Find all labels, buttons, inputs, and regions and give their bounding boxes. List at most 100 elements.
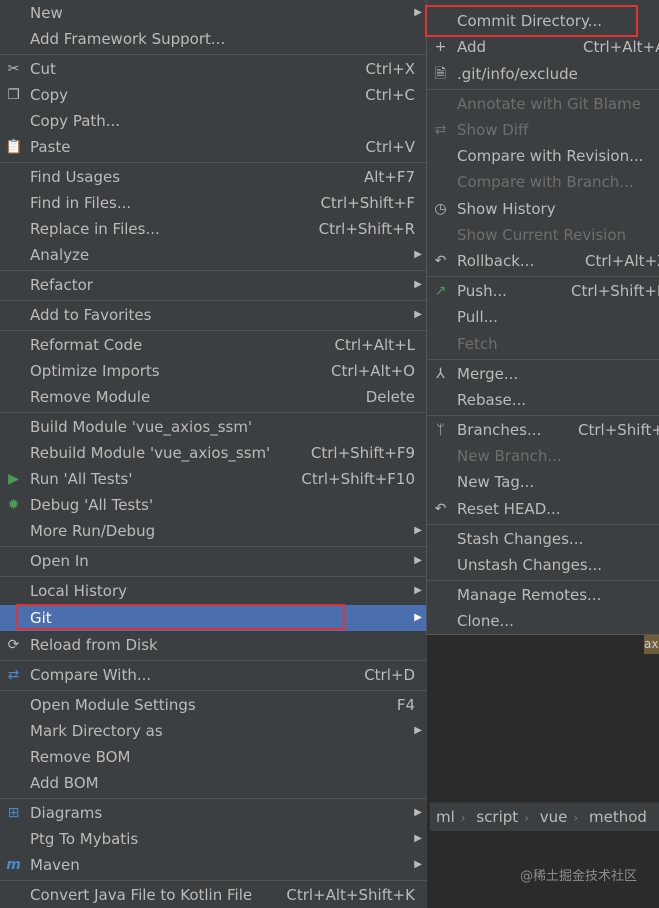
menu-item-remove-module[interactable]: Remove Module Delete [0, 384, 427, 410]
git-item-new-branch[interactable]: New Branch... [427, 443, 659, 469]
menu-item-ptg-to-mybatis[interactable]: Ptg To Mybatis ▶ [0, 826, 427, 852]
menu-item-optimize-imports[interactable]: Optimize Imports Ctrl+Alt+O [0, 358, 427, 384]
menu-item-local-history[interactable]: Local History ▶ [0, 578, 427, 604]
menu-item-label: New [30, 4, 63, 22]
git-item-rollback[interactable]: ↶ Rollback... Ctrl+Alt+Z [427, 248, 659, 274]
menu-separator [0, 880, 427, 881]
submenu-arrow-icon: ▶ [414, 585, 422, 596]
git-item-compare-revision[interactable]: Compare with Revision... [427, 143, 659, 169]
menu-separator [0, 412, 427, 413]
menu-item-analyze[interactable]: Analyze ▶ [0, 242, 427, 268]
git-item-show-history[interactable]: ◷ Show History [427, 196, 659, 222]
menu-item-add-framework-support[interactable]: Add Framework Support... [0, 26, 427, 52]
editor-tag: ax [644, 634, 659, 654]
menu-item-open-in[interactable]: Open In ▶ [0, 548, 427, 574]
git-item-merge[interactable]: ⅄ Merge... [427, 361, 659, 387]
git-item-reset-head[interactable]: ↶ Reset HEAD... [427, 496, 659, 522]
menu-item-label: .git/info/exclude [457, 65, 578, 83]
git-submenu: Commit Directory... + Add Ctrl+Alt+A 🗎 .… [426, 0, 659, 635]
menu-separator [0, 162, 427, 163]
git-item-push[interactable]: ↗ Push... Ctrl+Shift+K [427, 278, 659, 304]
menu-item-mark-directory-as[interactable]: Mark Directory as ▶ [0, 718, 427, 744]
menu-item-run-all-tests[interactable]: ▶ Run 'All Tests' Ctrl+Shift+F10 [0, 466, 427, 492]
menu-item-remove-bom[interactable]: Remove BOM [0, 744, 427, 770]
menu-item-copy-path[interactable]: Copy Path... [0, 108, 427, 134]
menu-separator [0, 660, 427, 661]
menu-item-paste[interactable]: 📋 Paste Ctrl+V [0, 134, 427, 160]
menu-item-label: Merge... [457, 365, 519, 383]
menu-item-label: Rebuild Module 'vue_axios_ssm' [30, 444, 271, 462]
git-item-show-current-revision[interactable]: Show Current Revision [427, 222, 659, 248]
menu-item-compare-with[interactable]: ⇄ Compare With... Ctrl+D [0, 662, 427, 688]
menu-item-add-bom[interactable]: Add BOM [0, 770, 427, 796]
menu-item-refactor[interactable]: Refactor ▶ [0, 272, 427, 298]
menu-separator [0, 546, 427, 547]
context-menu: New ▶ Add Framework Support... ✂ Cut Ctr… [0, 0, 428, 908]
menu-item-label: Copy [30, 86, 69, 104]
breadcrumb-separator-icon: › [524, 811, 529, 825]
menu-item-maven[interactable]: m Maven ▶ [0, 852, 427, 878]
git-item-fetch[interactable]: Fetch [427, 331, 659, 357]
menu-item-label: Diagrams [30, 804, 103, 822]
menu-item-label: Pull... [457, 308, 498, 326]
menu-item-find-in-files[interactable]: Find in Files... Ctrl+Shift+F [0, 190, 427, 216]
menu-separator [0, 690, 427, 691]
menu-item-rebuild-module[interactable]: Rebuild Module 'vue_axios_ssm' Ctrl+Shif… [0, 440, 427, 466]
menu-item-convert-java-to-kotlin[interactable]: Convert Java File to Kotlin File Ctrl+Al… [0, 882, 427, 908]
submenu-arrow-icon: ▶ [414, 249, 422, 260]
menu-item-shortcut: Alt+F7 [363, 168, 415, 186]
git-item-rebase[interactable]: Rebase... [427, 387, 659, 413]
breadcrumb-separator-icon: › [573, 811, 579, 825]
menu-separator [0, 576, 427, 577]
menu-separator [427, 276, 659, 277]
menu-item-label: Rebase... [457, 391, 527, 409]
menu-item-cut[interactable]: ✂ Cut Ctrl+X [0, 56, 427, 82]
diagram-icon: ⊞ [7, 805, 20, 821]
menu-separator [0, 54, 427, 55]
menu-item-label: Find in Files... [30, 194, 132, 212]
menu-item-label: Remove Module [30, 388, 151, 406]
breadcrumb-item[interactable]: script [476, 803, 518, 831]
menu-item-reload-from-disk[interactable]: ⟳ Reload from Disk [0, 632, 427, 658]
submenu-arrow-icon: ▶ [414, 309, 422, 320]
git-item-stash[interactable]: Stash Changes... [427, 526, 659, 552]
menu-item-new[interactable]: New ▶ [0, 0, 427, 26]
git-item-branches[interactable]: ᛘ Branches... Ctrl+Shift+` [427, 417, 659, 443]
menu-item-copy[interactable]: ❐ Copy Ctrl+C [0, 82, 427, 108]
menu-item-label: Paste [30, 138, 71, 156]
breadcrumb-item[interactable]: vue [540, 803, 568, 831]
copy-icon: ❐ [7, 87, 20, 103]
menu-item-shortcut: Ctrl+Shift+K [571, 282, 659, 300]
git-item-annotate[interactable]: Annotate with Git Blame [427, 91, 659, 117]
git-item-add[interactable]: + Add Ctrl+Alt+A [427, 34, 659, 60]
menu-item-label: Copy Path... [30, 112, 121, 130]
menu-item-label: Reformat Code [30, 336, 143, 354]
menu-item-add-to-favorites[interactable]: Add to Favorites ▶ [0, 302, 427, 328]
git-item-manage-remotes[interactable]: Manage Remotes... [427, 582, 659, 608]
menu-item-replace-in-files[interactable]: Replace in Files... Ctrl+Shift+R [0, 216, 427, 242]
git-item-exclude[interactable]: 🗎 .git/info/exclude [427, 61, 659, 87]
breadcrumb-item[interactable]: ml [436, 803, 455, 831]
menu-item-label: Show Diff [457, 121, 529, 139]
menu-separator [0, 798, 427, 799]
git-item-clone[interactable]: Clone... [427, 608, 659, 634]
menu-separator [427, 415, 659, 416]
git-item-compare-branch[interactable]: Compare with Branch... [427, 169, 659, 195]
git-item-show-diff[interactable]: ⇄ Show Diff [427, 117, 659, 143]
menu-item-more-run-debug[interactable]: More Run/Debug ▶ [0, 518, 427, 544]
menu-item-reformat-code[interactable]: Reformat Code Ctrl+Alt+L [0, 332, 427, 358]
menu-item-diagrams[interactable]: ⊞ Diagrams ▶ [0, 800, 427, 826]
debug-icon: ✹ [7, 497, 20, 513]
git-item-unstash[interactable]: Unstash Changes... [427, 552, 659, 578]
git-item-new-tag[interactable]: New Tag... [427, 469, 659, 495]
breadcrumb-item[interactable]: method [589, 803, 647, 831]
git-item-pull[interactable]: Pull... [427, 304, 659, 330]
menu-item-shortcut: Ctrl+Shift+F10 [301, 470, 415, 488]
menu-item-debug-all-tests[interactable]: ✹ Debug 'All Tests' [0, 492, 427, 518]
menu-item-find-usages[interactable]: Find Usages Alt+F7 [0, 164, 427, 190]
menu-item-label: Annotate with Git Blame [457, 95, 641, 113]
menu-item-label: Show History [457, 200, 556, 218]
menu-item-build-module[interactable]: Build Module 'vue_axios_ssm' [0, 414, 427, 440]
menu-item-open-module-settings[interactable]: Open Module Settings F4 [0, 692, 427, 718]
menu-item-label: Remove BOM [30, 748, 131, 766]
